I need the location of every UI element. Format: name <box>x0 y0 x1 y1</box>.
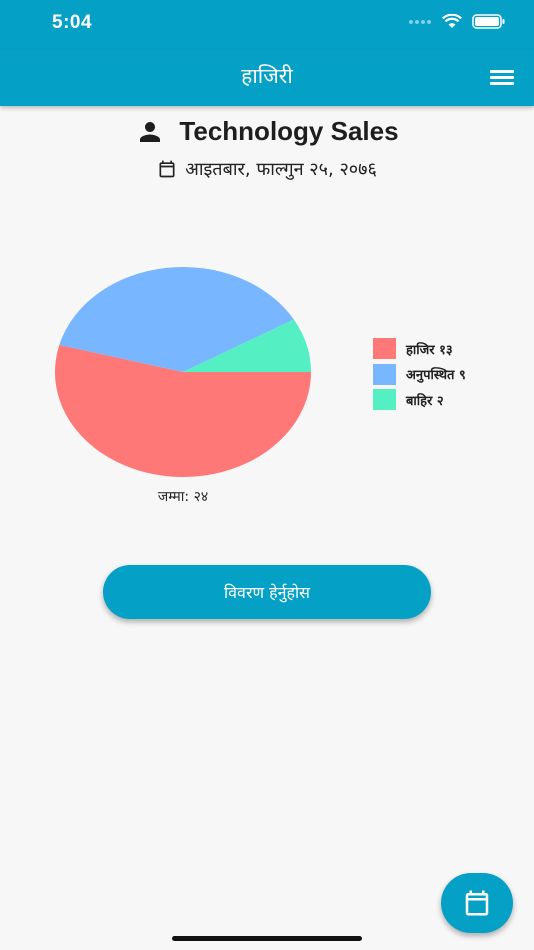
menu-icon <box>490 70 514 73</box>
total-count: जम्मा: २४ <box>157 489 209 505</box>
chart-legend: हाजिर १३ अनुपस्थित ९ बाहिर २ <box>373 336 466 413</box>
signal-icon <box>409 19 431 24</box>
menu-button[interactable] <box>488 64 516 92</box>
calendar-icon <box>465 890 489 916</box>
battery-icon <box>472 14 505 29</box>
status-icons <box>408 14 506 29</box>
status-time: 5:04 <box>52 12 93 33</box>
status-bar: 5:04 <box>0 0 534 50</box>
app-bar: हाजिरी <box>0 50 534 106</box>
wifi-icon <box>442 14 462 28</box>
calendar-fab[interactable] <box>441 873 513 933</box>
legend-swatch <box>373 389 396 411</box>
legend-item-2: बाहिर २ <box>373 387 466 413</box>
legend-label: बाहिर २ <box>406 393 444 409</box>
date-line: आइतबार, फाल्गुन २५, २०७६ <box>0 157 534 181</box>
team-name: Technology Sales <box>179 116 399 146</box>
pie-chart-svg <box>55 267 312 478</box>
attendance-date: आइतबार, फाल्गुन २५, २०७६ <box>185 159 377 180</box>
legend-item-0: हाजिर १३ <box>373 336 466 362</box>
legend-label: हाजिर १३ <box>406 342 453 358</box>
team-header: Technology Sales <box>0 116 534 147</box>
home-indicator <box>172 936 362 941</box>
pie-chart <box>54 266 312 478</box>
calendar-icon <box>159 160 175 178</box>
view-details-button[interactable]: विवरण हेर्नुहोस <box>103 565 431 619</box>
legend-item-1: अनुपस्थित ९ <box>373 362 466 388</box>
app-title: हाजिरी <box>241 64 293 88</box>
legend-swatch <box>373 363 396 385</box>
person-icon <box>140 121 161 142</box>
menu-icon <box>490 82 514 85</box>
menu-icon <box>490 76 514 79</box>
legend-swatch <box>373 338 396 360</box>
legend-label: अनुपस्थित ९ <box>406 368 466 384</box>
